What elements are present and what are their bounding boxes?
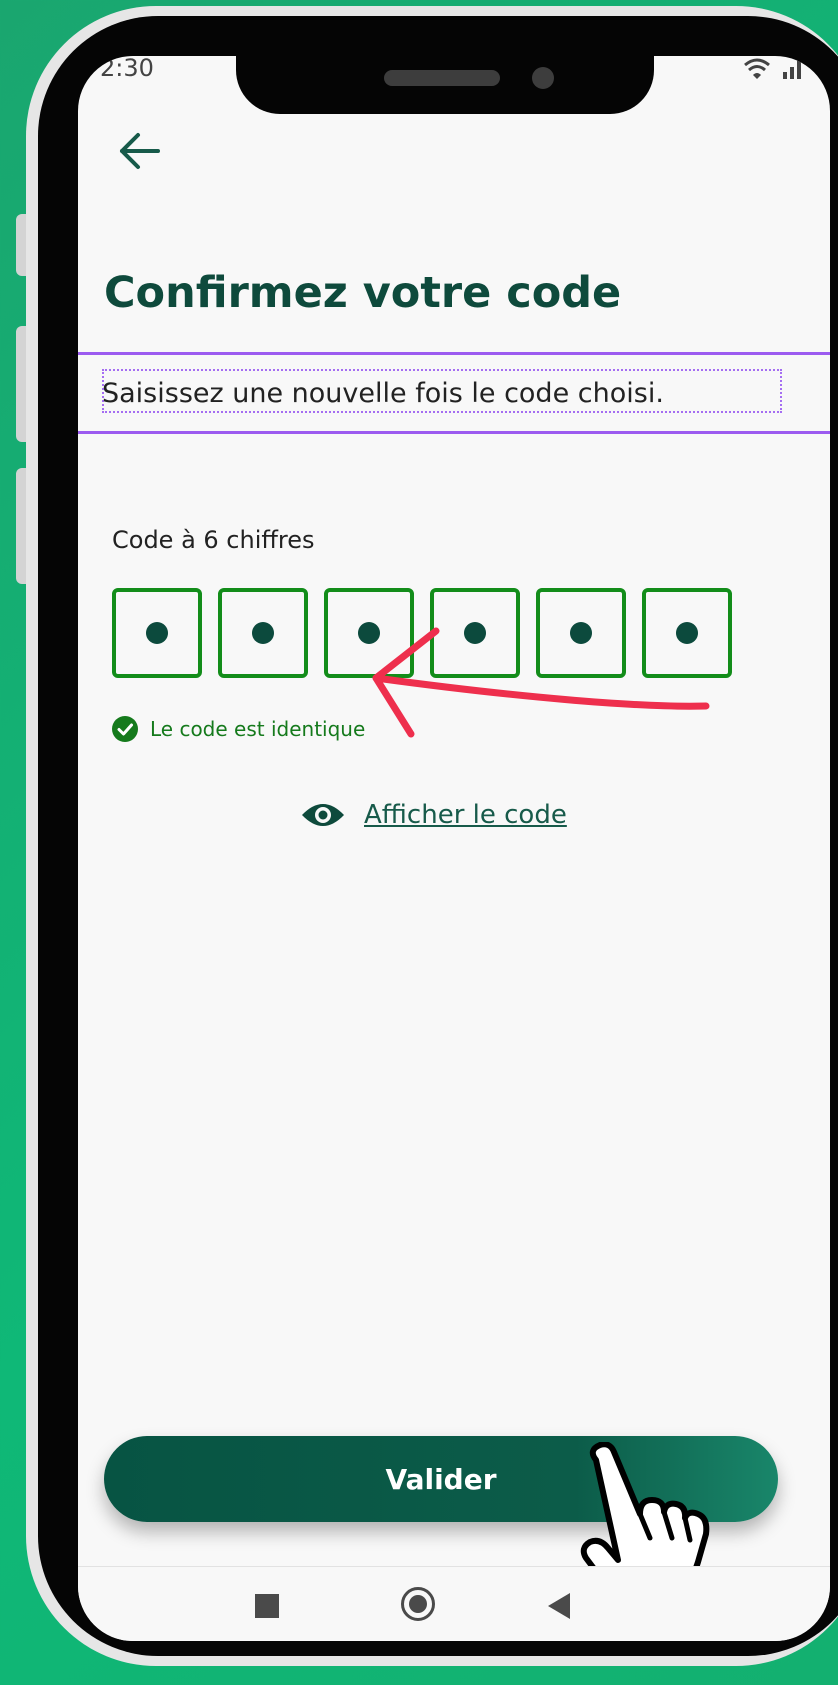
annotation-arrow-icon — [372, 627, 710, 738]
home-icon[interactable] — [401, 1587, 435, 1621]
phone-notch — [236, 50, 654, 114]
recent-apps-icon[interactable] — [255, 1594, 279, 1618]
system-nav-bar — [78, 1566, 830, 1641]
app-screen: 2:30 Confirmez votre code Saisissez une … — [78, 56, 830, 1641]
speaker-grille — [384, 70, 500, 86]
system-back-icon[interactable] — [548, 1593, 570, 1619]
front-camera — [532, 67, 554, 89]
